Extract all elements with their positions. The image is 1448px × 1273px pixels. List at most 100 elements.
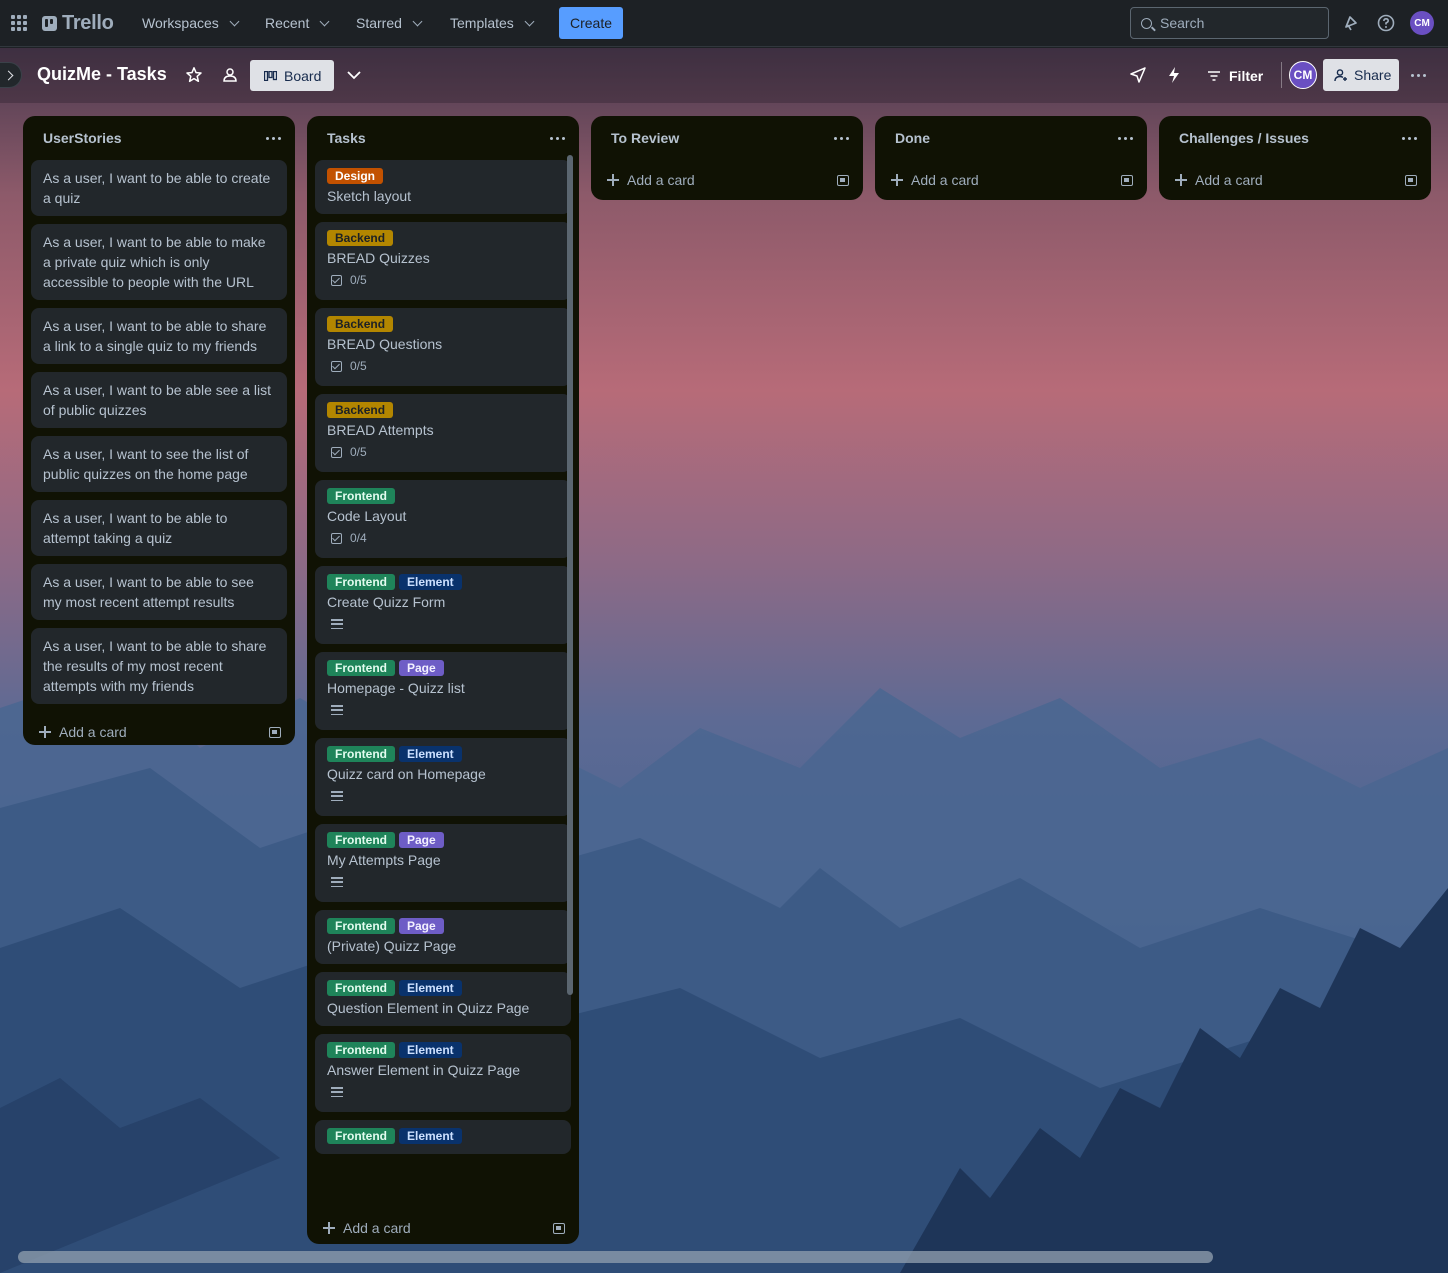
recent-menu[interactable]: Recent — [259, 8, 334, 38]
share-button[interactable]: Share — [1323, 59, 1399, 91]
card-template-icon[interactable] — [269, 726, 281, 738]
list-challenges-issues: Challenges / Issues Add a card — [1159, 116, 1431, 200]
list-card[interactable]: As a user, I want to see the list of pub… — [31, 436, 287, 492]
header-divider — [1281, 62, 1282, 88]
add-card-button[interactable]: Add a card — [891, 172, 979, 188]
list-title[interactable]: Done — [895, 130, 930, 146]
share-label: Share — [1354, 67, 1392, 83]
list-title[interactable]: UserStories — [43, 130, 122, 146]
list-card[interactable]: Frontend Page (Private) Quizz Page — [315, 910, 571, 964]
card-title: As a user, I want to be able to share th… — [43, 638, 267, 694]
card-title: (Private) Quizz Page — [327, 938, 457, 954]
list-card[interactable]: Backend BREAD Attempts 0/5 — [315, 394, 571, 472]
list-card[interactable]: As a user, I want to be able to attempt … — [31, 500, 287, 556]
list-header: UserStories — [23, 116, 295, 160]
account-avatar[interactable]: CM — [1410, 11, 1434, 35]
card-title: As a user, I want to see the list of pub… — [43, 446, 249, 482]
board-horizontal-scrollbar[interactable] — [18, 1251, 1213, 1263]
add-card-button[interactable]: Add a card — [1175, 172, 1263, 188]
list-title[interactable]: Challenges / Issues — [1179, 130, 1309, 146]
automation-icon[interactable] — [1165, 66, 1183, 84]
card-label-page: Page — [399, 832, 444, 848]
power-ups-icon[interactable] — [1129, 66, 1147, 84]
list-actions-icon[interactable] — [550, 136, 565, 140]
plus-icon — [323, 1222, 335, 1234]
card-label-backend: Backend — [327, 230, 394, 246]
list-card[interactable]: Frontend Element Answer Element in Quizz … — [315, 1034, 571, 1112]
workspaces-menu[interactable]: Workspaces — [136, 8, 244, 38]
list-card[interactable]: Frontend Page Homepage - Quizz list — [315, 652, 571, 730]
checklist-icon — [331, 446, 342, 458]
list-card[interactable]: As a user, I want to be able to share th… — [31, 628, 287, 704]
card-label-page: Page — [399, 660, 444, 676]
add-card-button[interactable]: Add a card — [323, 1220, 411, 1236]
list-card[interactable]: Backend BREAD Quizzes 0/5 — [315, 222, 571, 300]
board-menu-icon[interactable] — [1411, 74, 1426, 77]
starred-menu[interactable]: Starred — [350, 8, 427, 38]
list-card[interactable]: Frontend Element — [315, 1120, 571, 1154]
checklist-icon — [331, 274, 342, 286]
help-icon[interactable] — [1376, 13, 1396, 33]
list-card[interactable]: Frontend Page My Attempts Page — [315, 824, 571, 902]
list-card[interactable]: As a user, I want to be able see a list … — [31, 372, 287, 428]
member-avatar[interactable]: CM — [1289, 61, 1317, 89]
checklist-icon — [331, 532, 342, 544]
chevron-down-icon[interactable] — [345, 69, 363, 81]
list-card[interactable]: Backend BREAD Questions 0/5 — [315, 308, 571, 386]
list-header: Done — [875, 116, 1147, 160]
list-card[interactable]: Frontend Element Quizz card on Homepage — [315, 738, 571, 816]
plus-icon — [39, 726, 51, 738]
search-input[interactable]: Search — [1130, 7, 1329, 39]
list-actions-icon[interactable] — [266, 136, 281, 140]
templates-menu[interactable]: Templates — [444, 8, 539, 38]
list-title[interactable]: Tasks — [327, 130, 366, 146]
list-actions-icon[interactable] — [834, 136, 849, 140]
list-card[interactable]: As a user, I want to be able to share a … — [31, 308, 287, 364]
app-switcher-icon[interactable] — [11, 15, 27, 31]
search-icon — [1141, 17, 1152, 29]
card-title: As a user, I want to be able to share a … — [43, 318, 267, 354]
board-view-button[interactable]: Board — [250, 60, 334, 91]
card-label-frontend: Frontend — [327, 918, 395, 934]
card-title: As a user, I want to be able to see my m… — [43, 574, 254, 610]
filter-button[interactable]: Filter — [1199, 60, 1271, 91]
list-card[interactable]: Frontend Code Layout 0/4 — [315, 480, 571, 558]
list-card[interactable]: Frontend Element Create Quizz Form — [315, 566, 571, 644]
workspace-visibility-icon[interactable] — [221, 66, 239, 84]
checklist-icon — [331, 360, 342, 372]
workspaces-label: Workspaces — [142, 15, 219, 31]
add-card-button[interactable]: Add a card — [607, 172, 695, 188]
chevron-down-icon — [319, 16, 330, 26]
list-actions-icon[interactable] — [1118, 136, 1133, 140]
tasks-list-scrollbar[interactable] — [567, 155, 573, 995]
card-label-page: Page — [399, 918, 444, 934]
list-card[interactable]: As a user, I want to be able to create a… — [31, 160, 287, 216]
card-template-icon[interactable] — [837, 174, 849, 186]
board-title[interactable]: QuizMe - Tasks — [37, 64, 167, 85]
card-template-icon[interactable] — [1121, 174, 1133, 186]
card-label-element: Element — [399, 1042, 462, 1058]
list-card[interactable]: Frontend Element Question Element in Quiz… — [315, 972, 571, 1026]
card-title: Code Layout — [327, 508, 407, 524]
checklist-count: 0/5 — [350, 359, 367, 373]
card-label-element: Element — [399, 746, 462, 762]
card-template-icon[interactable] — [553, 1222, 565, 1234]
trello-logo[interactable]: Trello — [42, 12, 114, 35]
description-icon — [331, 791, 343, 801]
notifications-icon[interactable] — [1340, 13, 1360, 33]
filter-icon — [1208, 70, 1220, 81]
star-icon[interactable] — [185, 66, 203, 84]
add-card-button[interactable]: Add a card — [39, 724, 127, 740]
create-button[interactable]: Create — [559, 7, 623, 39]
list-actions-icon[interactable] — [1402, 136, 1417, 140]
list-card[interactable]: As a user, I want to be able to see my m… — [31, 564, 287, 620]
description-icon — [331, 705, 343, 715]
list-title[interactable]: To Review — [611, 130, 679, 146]
list-card[interactable]: As a user, I want to be able to make a p… — [31, 224, 287, 300]
description-icon — [331, 877, 343, 887]
list-card[interactable]: Design Sketch layout — [315, 160, 571, 214]
card-label-frontend: Frontend — [327, 1128, 395, 1144]
card-template-icon[interactable] — [1405, 174, 1417, 186]
card-label-frontend: Frontend — [327, 488, 395, 504]
card-title: BREAD Quizzes — [327, 250, 430, 266]
